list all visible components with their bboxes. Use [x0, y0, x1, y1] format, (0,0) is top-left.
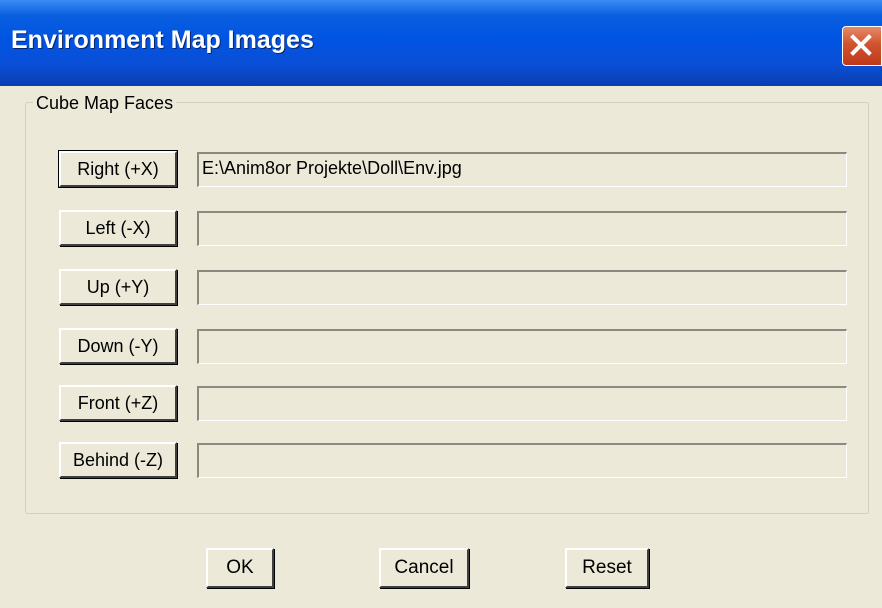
- front-face-path-field[interactable]: [197, 386, 847, 421]
- close-icon: [850, 34, 872, 56]
- down-face-path-field[interactable]: [197, 329, 847, 364]
- behind-face-path-field[interactable]: [197, 443, 847, 478]
- right-face-path-field[interactable]: E:\Anim8or Projekte\Doll\Env.jpg: [197, 152, 847, 187]
- reset-button[interactable]: Reset: [565, 548, 649, 588]
- window-title: Environment Map Images: [11, 26, 314, 54]
- cancel-button[interactable]: Cancel: [379, 548, 469, 588]
- left-face-button[interactable]: Left (-X): [59, 210, 177, 246]
- left-face-path-field[interactable]: [197, 211, 847, 246]
- up-face-button[interactable]: Up (+Y): [59, 269, 177, 305]
- down-face-button[interactable]: Down (-Y): [59, 328, 177, 364]
- right-face-button[interactable]: Right (+X): [58, 150, 178, 188]
- title-bar: Environment Map Images: [0, 0, 882, 86]
- front-face-button[interactable]: Front (+Z): [59, 385, 177, 421]
- up-face-path-field[interactable]: [197, 270, 847, 305]
- group-label: Cube Map Faces: [33, 93, 177, 114]
- behind-face-button[interactable]: Behind (-Z): [59, 442, 177, 478]
- ok-button[interactable]: OK: [206, 548, 274, 588]
- close-button[interactable]: [842, 26, 882, 66]
